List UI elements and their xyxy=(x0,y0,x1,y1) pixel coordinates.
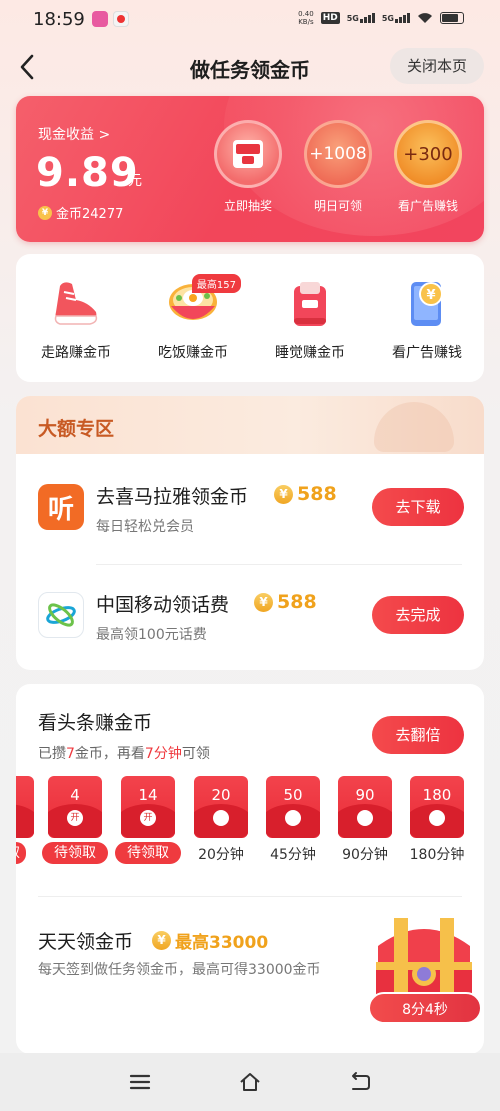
task-row: 中国移动领话费 ¥ 588 最高领100元话费 去完成 xyxy=(16,566,484,666)
signal-5g-icon: 5G xyxy=(382,13,410,23)
red-envelope[interactable]: 4开 待领取 xyxy=(42,776,108,864)
svg-text:¥: ¥ xyxy=(426,288,435,303)
toutiao-card: 看头条赚金币 已攒7金币，再看7分钟可领 去翻倍 取 4开 待领取 14开 待领… xyxy=(16,684,484,1054)
cash-amount: 9.89 xyxy=(36,150,139,196)
red-envelope[interactable]: 20 20分钟 xyxy=(192,776,250,864)
sneaker-icon xyxy=(46,272,106,332)
clock: 18:59 xyxy=(33,9,85,30)
back-nav-icon[interactable] xyxy=(348,1070,372,1094)
cash-earnings-link[interactable]: 现金收益 > xyxy=(38,124,110,144)
task-title: 中国移动领话费 xyxy=(96,594,230,616)
system-nav-bar xyxy=(0,1053,500,1111)
close-page-button[interactable]: 关闭本页 xyxy=(390,48,484,84)
wifi-icon xyxy=(418,13,432,23)
app-notification-icon xyxy=(92,11,108,27)
tomorrow-coins-label: 明日可领 xyxy=(313,199,362,213)
yen-coin-icon: ¥ xyxy=(152,931,171,950)
download-button[interactable]: 去下载 xyxy=(372,488,464,526)
daily-coins-subtitle: 每天签到做任务领金币，最高可得33000金币 xyxy=(38,962,321,978)
red-envelope[interactable]: 50 45分钟 xyxy=(264,776,322,864)
quick-tasks-card: 走路赚金币 最高157 吃饭赚金币 睡觉赚金币 ¥ 看广告赚钱 xyxy=(16,254,484,382)
battery-icon xyxy=(440,12,464,24)
signal-5g-icon: 5G xyxy=(347,13,375,23)
coin-balance: ¥ 金币24277 xyxy=(38,203,123,222)
red-packet-icon xyxy=(214,120,282,188)
big-zone-title: 大额专区 xyxy=(38,418,115,440)
china-mobile-logo-icon xyxy=(38,592,84,638)
home-icon[interactable] xyxy=(238,1070,262,1094)
meal-max-badge: 最高157 xyxy=(191,274,241,293)
toutiao-progress: 已攒7金币，再看7分钟可领 xyxy=(38,746,210,762)
meal-bowl-icon: 最高157 xyxy=(163,272,241,332)
decor-pot-icon xyxy=(374,402,454,452)
status-bar: 18:59 0.40 KB/s HD 5G 5G xyxy=(0,0,500,38)
app-notification-icon xyxy=(113,11,129,27)
divider xyxy=(96,564,462,565)
lottery-item[interactable]: 立即抽奖 xyxy=(208,120,288,214)
red-envelope[interactable]: 14 开 待领取 xyxy=(115,776,181,864)
task-reward: ¥ 588 xyxy=(274,483,337,505)
big-reward-zone: 大额专区 听 去喜马拉雅领金币 ¥ 588 每日轻松兑会员 去下载 中国移动领话… xyxy=(16,396,484,670)
lottery-label: 立即抽奖 xyxy=(223,199,272,213)
ad-task[interactable]: ¥ 看广告赚钱 xyxy=(377,272,477,362)
network-speed: 0.40 KB/s xyxy=(298,10,314,26)
walk-task-label: 走路赚金币 xyxy=(41,345,111,361)
sleep-task-label: 睡觉赚金币 xyxy=(275,345,345,361)
task-reward: ¥ 588 xyxy=(254,591,317,613)
phone-coin-icon: ¥ xyxy=(397,272,457,332)
red-envelope-strip[interactable]: 取 4开 待领取 14开 待领取 20 20分钟 50 45分钟 90 90分钟… xyxy=(16,776,484,876)
sleep-task[interactable]: 睡觉赚金币 xyxy=(260,272,360,362)
yen-coin-icon: ¥ xyxy=(254,592,273,612)
ad-task-label: 看广告赚钱 xyxy=(392,345,462,361)
treasure-timer: 8分4秒 xyxy=(368,992,482,1024)
coin-balance-text: 金币24277 xyxy=(56,207,124,222)
meal-task-label: 吃饭赚金币 xyxy=(158,345,228,361)
earnings-card: 现金收益 > 9.89 元 ¥ 金币24277 立即抽奖 +1008 明日可领 … xyxy=(16,96,484,242)
task-title: 去喜马拉雅领金币 xyxy=(96,486,249,508)
divider xyxy=(38,896,462,897)
task-subtitle: 每日轻松兑会员 xyxy=(96,519,194,535)
status-icons: 0.40 KB/s HD 5G 5G xyxy=(298,10,464,26)
ximalaya-logo-icon: 听 xyxy=(38,484,84,530)
complete-button[interactable]: 去完成 xyxy=(372,596,464,634)
meal-task[interactable]: 最高157 吃饭赚金币 xyxy=(143,272,243,362)
big-zone-header: 大额专区 xyxy=(16,396,484,454)
coin-icon: ¥ xyxy=(38,205,52,220)
ad-coins-value: +300 xyxy=(403,143,453,165)
red-envelope[interactable]: 90 90分钟 xyxy=(336,776,394,864)
watch-ad-label: 看广告赚钱 xyxy=(397,199,458,213)
sleep-icon xyxy=(280,272,340,332)
cash-unit: 元 xyxy=(128,173,142,189)
tomorrow-coins-badge: +1008 xyxy=(304,120,372,188)
red-envelope[interactable]: 取 xyxy=(16,776,36,864)
menu-icon[interactable] xyxy=(128,1070,152,1094)
yen-coin-icon: ¥ xyxy=(274,484,293,504)
daily-max-reward: ¥ 最高33000 xyxy=(152,928,268,953)
watch-ad-item[interactable]: +300 看广告赚钱 xyxy=(388,120,468,214)
task-subtitle: 最高领100元话费 xyxy=(96,627,207,643)
task-row: 听 去喜马拉雅领金币 ¥ 588 每日轻松兑会员 去下载 xyxy=(16,458,484,558)
toutiao-title: 看头条赚金币 xyxy=(38,712,153,734)
tomorrow-coins-item[interactable]: +1008 明日可领 xyxy=(298,120,378,214)
ad-coins-badge: +300 xyxy=(394,120,462,188)
tomorrow-coins-value: +1008 xyxy=(309,144,367,164)
double-coins-button[interactable]: 去翻倍 xyxy=(372,716,464,754)
hd-badge: HD xyxy=(320,12,340,24)
daily-coins-title: 天天领金币 xyxy=(38,931,134,953)
red-envelope[interactable]: 180 180分钟 xyxy=(408,776,466,864)
walk-task[interactable]: 走路赚金币 xyxy=(26,272,126,362)
